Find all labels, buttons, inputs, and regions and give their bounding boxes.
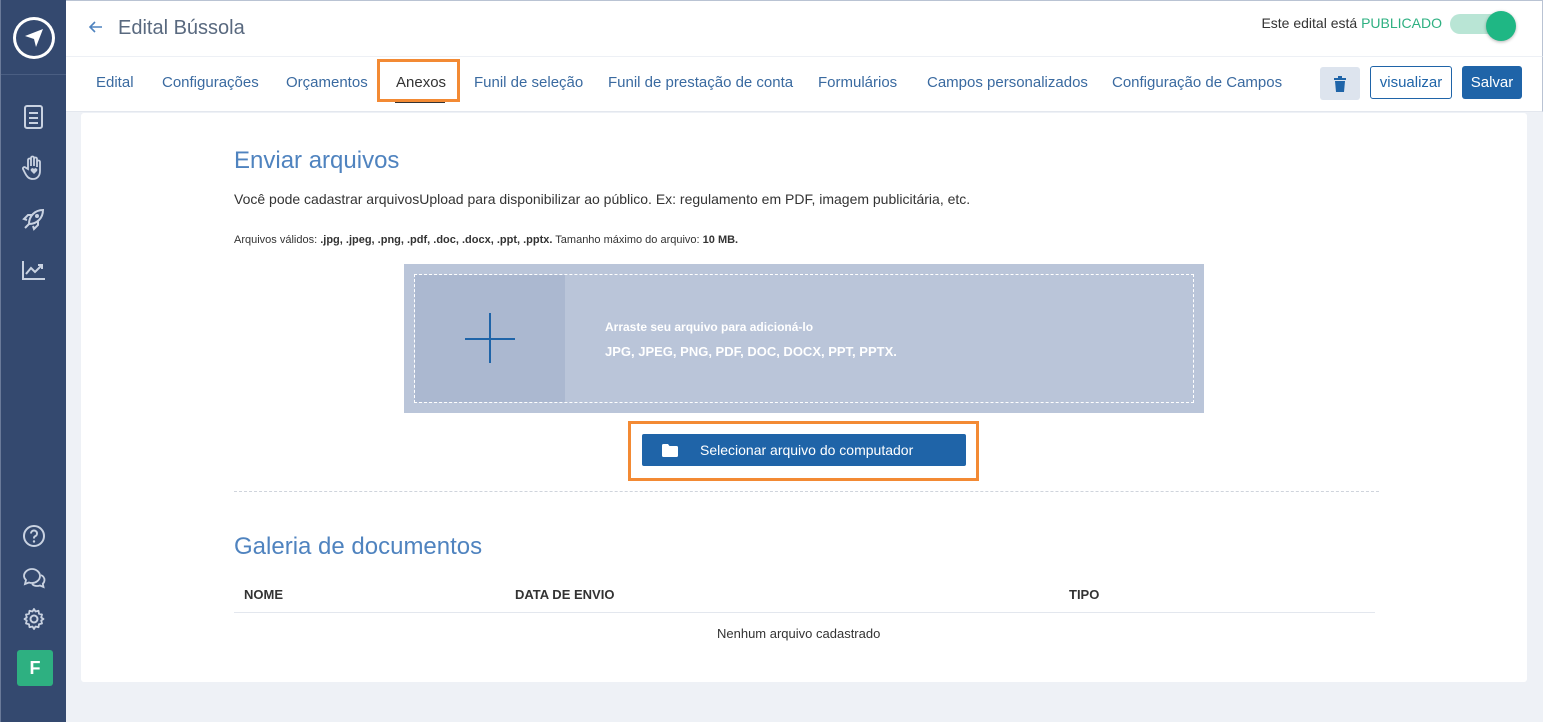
column-header-nome[interactable]: NOME — [244, 587, 283, 602]
hand-heart-icon[interactable] — [20, 154, 48, 182]
help-icon[interactable] — [20, 522, 48, 550]
table-header-divider — [234, 612, 1375, 613]
dropzone[interactable]: Arraste seu arquivo para adicioná-lo JPG… — [404, 264, 1204, 413]
publish-toggle[interactable] — [1450, 11, 1516, 41]
sidebar: F — [0, 0, 67, 722]
visualizar-button[interactable]: visualizar — [1370, 66, 1452, 99]
tab-anexos-highlight — [377, 59, 460, 102]
tab-configuracao-campos[interactable]: Configuração de Campos — [1112, 74, 1282, 91]
save-button[interactable]: Salvar — [1462, 66, 1522, 99]
tabs-bar: Edital Configurações Orçamentos Anexos F… — [66, 56, 1543, 112]
drop-types: JPG, JPEG, PNG, PDF, DOC, DOCX, PPT, PPT… — [605, 344, 897, 359]
publish-status-value: PUBLICADO — [1361, 15, 1442, 31]
upload-section-title: Enviar arquivos — [234, 147, 400, 174]
upload-intro: Você pode cadastrar arquivosUpload para … — [234, 191, 971, 207]
tab-orcamentos[interactable]: Orçamentos — [286, 74, 368, 91]
tab-funil-selecao[interactable]: Funil de seleção — [474, 74, 583, 91]
gallery-section-title: Galeria de documentos — [234, 533, 483, 560]
header: Edital Bússola Este edital está PUBLICAD… — [66, 0, 1543, 56]
plus-icon — [415, 275, 565, 402]
delete-button[interactable] — [1320, 67, 1360, 100]
avatar[interactable]: F — [17, 650, 53, 686]
rocket-icon[interactable] — [20, 205, 48, 233]
chart-icon[interactable] — [20, 256, 48, 284]
tab-configuracoes[interactable]: Configurações — [162, 74, 259, 91]
empty-table-message: Nenhum arquivo cadastrado — [717, 626, 881, 641]
compass-icon — [25, 29, 43, 47]
document-icon[interactable] — [20, 103, 48, 131]
section-divider — [234, 491, 1379, 492]
chat-icon[interactable] — [20, 564, 48, 592]
folder-icon — [662, 443, 678, 457]
valid-files-info: Arquivos válidos: .jpg, .jpeg, .png, .pd… — [234, 234, 739, 246]
column-header-tipo[interactable]: TIPO — [1069, 587, 1099, 602]
tab-funil-prestacao[interactable]: Funil de prestação de conta — [608, 74, 793, 91]
logo[interactable] — [13, 17, 55, 59]
gear-icon[interactable] — [20, 605, 48, 633]
tab-formularios[interactable]: Formulários — [818, 74, 897, 91]
select-file-button[interactable]: Selecionar arquivo do computador — [642, 434, 966, 466]
publish-status: Este edital está PUBLICADO — [1261, 15, 1442, 31]
tab-campos-personalizados[interactable]: Campos personalizados — [927, 74, 1088, 91]
trash-icon — [1334, 75, 1346, 92]
content-card: Enviar arquivos Você pode cadastrar arqu… — [81, 113, 1527, 682]
back-arrow-icon[interactable] — [86, 17, 106, 37]
select-file-label: Selecionar arquivo do computador — [700, 442, 914, 458]
sidebar-divider — [1, 74, 67, 75]
column-header-data-envio[interactable]: DATA DE ENVIO — [515, 587, 614, 602]
drop-hint: Arraste seu arquivo para adicioná-lo — [605, 320, 814, 334]
tab-edital[interactable]: Edital — [96, 74, 134, 91]
page-title: Edital Bússola — [118, 17, 245, 39]
publish-status-prefix: Este edital está — [1261, 15, 1358, 31]
